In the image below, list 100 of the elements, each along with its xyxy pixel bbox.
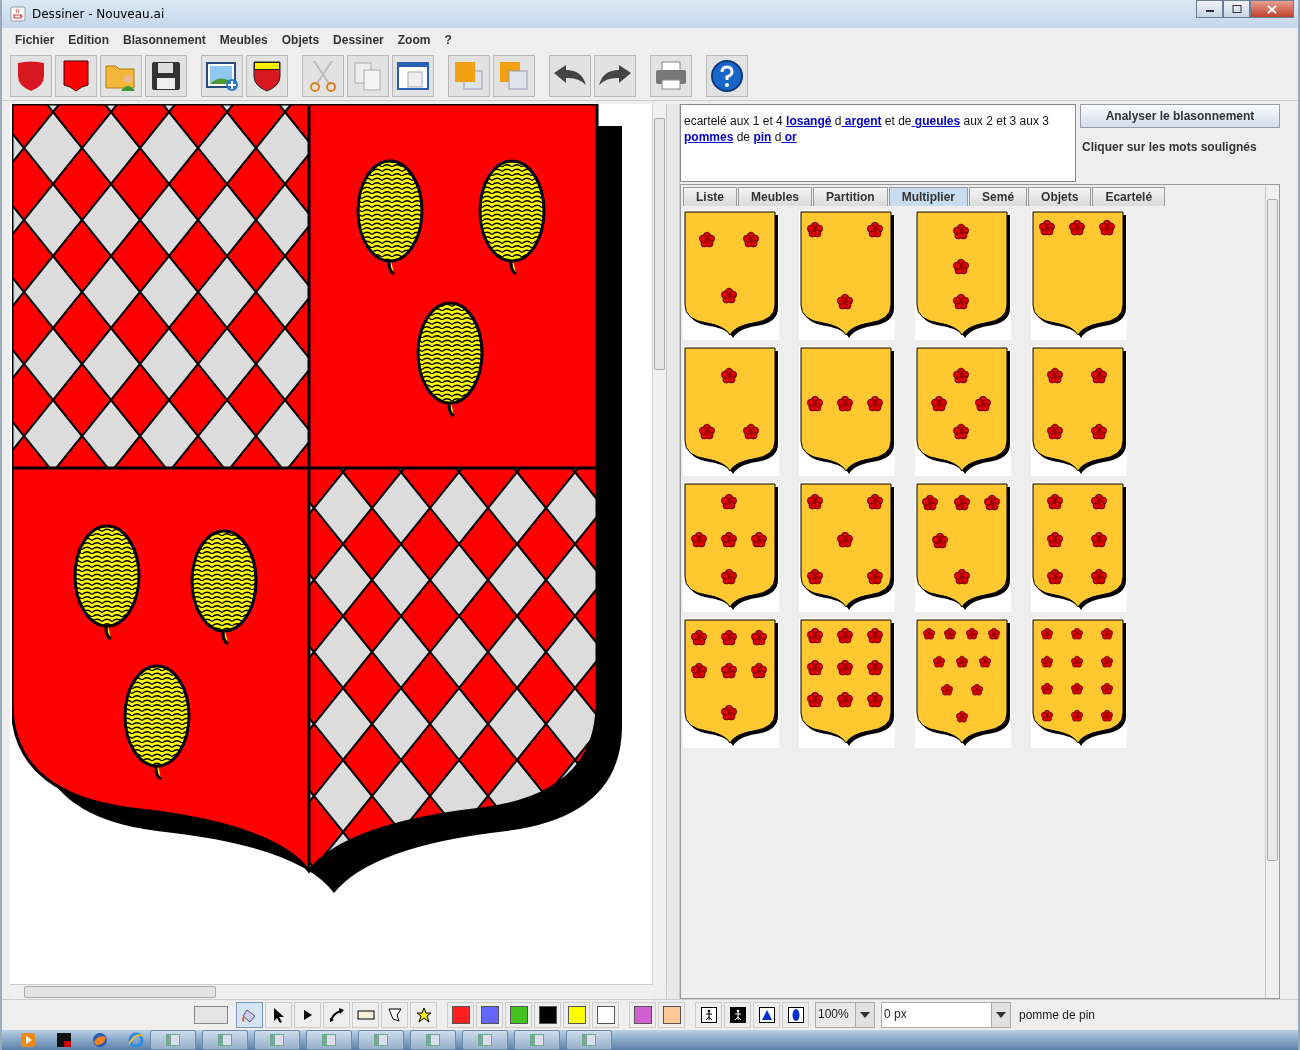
scissors-icon: [308, 59, 338, 93]
blazon-link[interactable]: argent: [841, 114, 882, 128]
toolbar-button[interactable]: [706, 55, 748, 97]
window-icon: [218, 1034, 232, 1046]
tab[interactable]: Meubles: [738, 187, 813, 206]
shield-thumbnail[interactable]: [915, 346, 1011, 476]
menu-item[interactable]: Dessiner: [326, 33, 391, 47]
tab[interactable]: Partition: [813, 187, 888, 206]
taskbar-button[interactable]: [462, 1030, 508, 1050]
tool-button[interactable]: [381, 1002, 408, 1028]
shield-thumbnail[interactable]: [799, 618, 895, 748]
paint-bucket-icon: [241, 1007, 258, 1023]
window-icon: [166, 1034, 180, 1046]
toolbar-button[interactable]: [594, 55, 636, 97]
add-image-icon: [205, 60, 239, 92]
tool-button[interactable]: [323, 1002, 350, 1028]
blazon-link[interactable]: gueules: [911, 114, 961, 128]
toolbar-button[interactable]: [549, 55, 591, 97]
shield-thumbnail[interactable]: [799, 346, 895, 476]
toolbar-button[interactable]: [246, 55, 288, 97]
tab[interactable]: Semé: [969, 187, 1028, 206]
tab[interactable]: Liste: [683, 187, 737, 206]
media-player-icon[interactable]: [20, 1032, 36, 1048]
polygon-icon: [386, 1007, 403, 1023]
window-icon: [478, 1034, 492, 1046]
tab[interactable]: Objets: [1028, 187, 1092, 206]
shield-thumbnail[interactable]: [1031, 618, 1127, 748]
maximize-button[interactable]: [1223, 0, 1250, 18]
tool-button[interactable]: [265, 1002, 292, 1028]
hint-text: Cliquer sur les mots soulignés: [1081, 140, 1258, 154]
vertical-scrollbar[interactable]: [652, 104, 666, 984]
figure-icon: [700, 1007, 717, 1023]
menu-item[interactable]: Edition: [61, 33, 117, 47]
rectangle-icon: [356, 1009, 375, 1021]
send-backward-icon: [497, 59, 531, 93]
blazon-text-area[interactable]: ecartelé aux 1 et 4 losangé d argent et de gueules aux 2 et 3 aux 3 pommes de pin d or: [680, 104, 1076, 182]
stroke-width-field[interactable]: 0 px: [881, 1002, 1011, 1028]
shield-thumbnail[interactable]: [683, 346, 779, 476]
tab[interactable]: Multiplier: [888, 187, 969, 206]
toolbar-button[interactable]: [392, 55, 434, 97]
toolbar-button[interactable]: [145, 55, 187, 97]
window-icon: [322, 1034, 336, 1046]
tool-button[interactable]: [294, 1002, 321, 1028]
shield-thumbnail[interactable]: [915, 210, 1011, 340]
toolbar-button[interactable]: [55, 55, 97, 97]
figure-button[interactable]: [782, 1002, 809, 1028]
menu-item[interactable]: Fichier: [8, 33, 62, 47]
window-icon: [530, 1034, 544, 1046]
shield-thumbnail[interactable]: [683, 482, 779, 612]
figure-icon: [729, 1007, 746, 1023]
caret-icon: [860, 1012, 870, 1018]
curve-icon: [328, 1007, 345, 1023]
toolbar-button[interactable]: [201, 55, 243, 97]
taskbar-button[interactable]: [150, 1030, 196, 1050]
pointer-icon: [272, 1007, 285, 1023]
maximize-icon: [1231, 5, 1242, 13]
zoom-dropdown[interactable]: 100%: [815, 1002, 875, 1028]
shield-thumbnail[interactable]: [799, 482, 895, 612]
blazon-link[interactable]: pin: [753, 130, 772, 144]
menu-item[interactable]: ?: [437, 33, 459, 47]
figure-button[interactable]: [753, 1002, 780, 1028]
menu-item[interactable]: Meubles: [212, 33, 275, 47]
shield-thumbnail[interactable]: [1031, 482, 1127, 612]
figure-button[interactable]: [724, 1002, 751, 1028]
print-icon: [654, 60, 688, 92]
minimize-button[interactable]: [1196, 0, 1223, 18]
menu-item[interactable]: Zoom: [390, 33, 438, 47]
pointer-icon: [302, 1009, 313, 1021]
menu-item[interactable]: Blasonnement: [116, 33, 213, 47]
close-button[interactable]: [1250, 0, 1294, 18]
shield-thumbnail[interactable]: [683, 210, 779, 340]
taskbar-button[interactable]: [202, 1030, 248, 1050]
shield-thumbnail[interactable]: [915, 482, 1011, 612]
bring-forward-icon: [452, 59, 486, 93]
blazon-link[interactable]: losangé: [786, 114, 832, 128]
blazon-link[interactable]: pommes: [684, 130, 734, 144]
analyze-button[interactable]: Analyser le blasonnement: [1080, 104, 1280, 128]
tool-button[interactable]: [410, 1002, 437, 1028]
shield-thumbnail[interactable]: [683, 618, 779, 748]
copy-icon: [352, 60, 384, 92]
blazon-link[interactable]: or: [781, 130, 797, 144]
shield-thumbnail[interactable]: [1031, 346, 1127, 476]
window-icon: [582, 1034, 596, 1046]
triangle-icon: [758, 1007, 775, 1023]
selected-object-label: pomme de pin: [1019, 1008, 1096, 1022]
shield-thumbnail[interactable]: [799, 210, 895, 340]
menu-item[interactable]: Objets: [274, 33, 327, 47]
tab[interactable]: Ecartelé: [1092, 187, 1166, 206]
shield-thumbnail[interactable]: [915, 618, 1011, 748]
help-icon: [710, 59, 744, 93]
shield-thumbnail[interactable]: [1031, 210, 1127, 340]
vertical-scrollbar[interactable]: [1265, 185, 1279, 998]
coffee-cup-icon: [10, 6, 26, 22]
window-icon: [396, 60, 430, 92]
fox-globe-icon[interactable]: [92, 1032, 108, 1048]
terminal-icon[interactable]: [56, 1032, 72, 1048]
fill-swatch[interactable]: [194, 1006, 228, 1024]
figure-button[interactable]: [695, 1002, 722, 1028]
window-icon: [270, 1034, 284, 1046]
banner-icon: [62, 59, 90, 93]
